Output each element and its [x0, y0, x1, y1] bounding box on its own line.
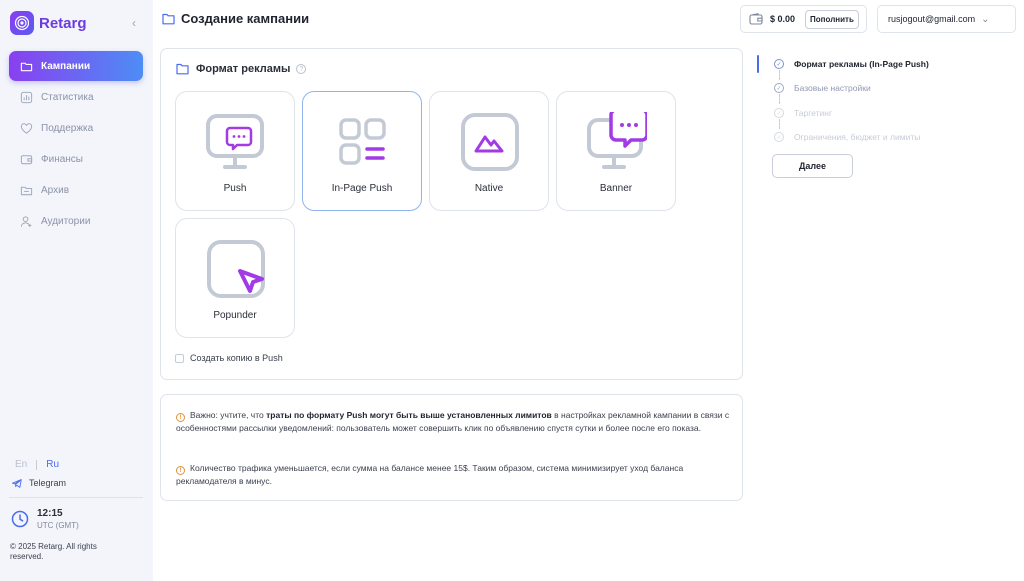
sidebar-item-support[interactable]: Поддержка: [9, 113, 143, 143]
current-step-indicator: [757, 55, 759, 73]
info-note-text: Важно: учтите, что: [190, 410, 267, 420]
lang-divider: [36, 459, 38, 470]
user-add-icon: [20, 215, 32, 227]
sidebar-item-label: Статистика: [41, 91, 94, 103]
step-format: ✓ Формат рекламы (In-Page Push): [774, 59, 929, 69]
step-label: Базовые настройки: [794, 83, 871, 93]
format-card-label: Banner: [599, 183, 633, 194]
sidebar-item-finance[interactable]: Финансы: [9, 144, 143, 174]
sidebar-item-label: Кампании: [41, 60, 91, 72]
format-card-banner[interactable]: Banner: [556, 91, 676, 211]
sidebar: Retarg ‹ Кампании Статистика Поддержка Ф…: [0, 0, 153, 581]
format-card-label: Push: [223, 183, 247, 194]
topup-button[interactable]: Пополнить: [805, 9, 859, 29]
copyright: © 2025 Retarg. All rights reserved.: [10, 542, 97, 561]
heart-icon: [20, 122, 33, 134]
clock-icon: [11, 510, 29, 528]
logo-text: Retarg: [39, 14, 87, 32]
banner-monitor-icon: [587, 112, 647, 169]
clock: 12:15 UTC (GMT): [11, 508, 79, 530]
format-card-in-page-push[interactable]: In-Page Push: [302, 91, 422, 211]
folder-icon: [176, 63, 189, 75]
check-icon: ✓: [774, 83, 784, 93]
sidebar-nav: Кампании Статистика Поддержка Финансы Ар…: [9, 51, 143, 237]
copy-to-push-label: Создать копию в Push: [190, 353, 283, 363]
chart-icon: [20, 91, 33, 103]
check-icon: ✓: [774, 59, 784, 69]
clock-timezone: UTC (GMT): [37, 521, 79, 530]
sidebar-item-statistics[interactable]: Статистика: [9, 82, 143, 112]
format-card-label: Popunder: [213, 310, 257, 321]
info-note-limits: ! Важно: учтите, что траты по формату Pus…: [176, 409, 731, 435]
image-icon: [461, 113, 519, 171]
info-note-bold: траты по формату Push могут быть выше ус…: [266, 410, 552, 420]
format-card-label: In-Page Push: [331, 183, 393, 194]
telegram-label: Telegram: [29, 478, 67, 488]
sidebar-item-campaigns[interactable]: Кампании: [9, 51, 143, 81]
step-targeting: ✓ Таргетинг: [774, 108, 832, 118]
user-email: rusjogout@gmail.com: [888, 14, 976, 24]
copy-to-push-checkbox[interactable]: Создать копию в Push: [175, 353, 283, 363]
format-title: Формат рекламы ?: [176, 63, 307, 75]
format-card-label: Native: [474, 183, 504, 194]
grid-list-icon: [339, 118, 386, 165]
cursor-window-icon: [207, 240, 265, 298]
format-card-push[interactable]: Push: [175, 91, 295, 211]
balance-box: $ 0.00 Пополнить: [740, 5, 867, 33]
sidebar-divider: [9, 497, 143, 498]
step-label: Формат рекламы (In-Page Push): [794, 59, 929, 69]
collapse-sidebar-icon[interactable]: ‹: [132, 16, 136, 30]
telegram-link[interactable]: Telegram: [12, 478, 66, 488]
sidebar-item-label: Аудитории: [41, 215, 91, 227]
page-title: Создание кампании: [162, 11, 309, 26]
sidebar-item-label: Финансы: [41, 153, 83, 165]
sidebar-item-label: Архив: [41, 184, 70, 196]
logo-icon: [10, 11, 34, 35]
checkbox-box[interactable]: [175, 353, 184, 363]
chevron-down-icon: ⌄: [981, 13, 990, 25]
logo[interactable]: Retarg: [10, 11, 87, 35]
clock-time: 12:15: [37, 508, 63, 519]
info-note-balance: ! Количество трафика уменьшается, если су…: [176, 462, 731, 488]
telegram-icon: [12, 478, 22, 488]
user-menu[interactable]: rusjogout@gmail.com ⌄: [877, 5, 1016, 33]
sidebar-item-label: Поддержка: [41, 122, 94, 134]
wallet-icon: [20, 154, 33, 164]
next-button[interactable]: Далее: [772, 154, 853, 178]
step-label: Ограничения, бюджет и лимиты: [794, 132, 921, 142]
step-connector: [779, 70, 780, 80]
format-card-native[interactable]: Native: [429, 91, 549, 211]
step-basic-settings: ✓ Базовые настройки: [774, 83, 871, 93]
wallet-icon: [749, 13, 763, 25]
check-icon: ✓: [774, 132, 784, 142]
warning-icon: !: [176, 413, 185, 422]
language-switcher: En Ru: [15, 459, 59, 470]
folder-icon: [162, 13, 175, 24]
format-card-popunder[interactable]: Popunder: [175, 218, 295, 338]
check-icon: ✓: [774, 108, 784, 118]
warning-icon: !: [176, 466, 185, 475]
page-title-text: Создание кампании: [181, 11, 310, 26]
sidebar-item-archive[interactable]: Архив: [9, 175, 143, 205]
format-title-text: Формат рекламы: [196, 63, 291, 75]
help-icon[interactable]: ?: [296, 64, 307, 74]
step-limits: ✓ Ограничения, бюджет и лимиты: [774, 132, 920, 142]
info-note-text: Количество трафика уменьшается, если сум…: [176, 463, 684, 486]
push-monitor-icon: [206, 114, 264, 169]
step-label: Таргетинг: [794, 108, 833, 118]
archive-icon: [20, 186, 33, 195]
folder-icon: [20, 62, 33, 71]
sidebar-item-audiences[interactable]: Аудитории: [9, 206, 143, 236]
lang-en[interactable]: En: [15, 459, 27, 470]
lang-ru[interactable]: Ru: [46, 459, 59, 470]
balance-amount: $ 0.00: [770, 14, 796, 24]
step-connector: [779, 94, 780, 104]
step-connector: [779, 119, 780, 129]
